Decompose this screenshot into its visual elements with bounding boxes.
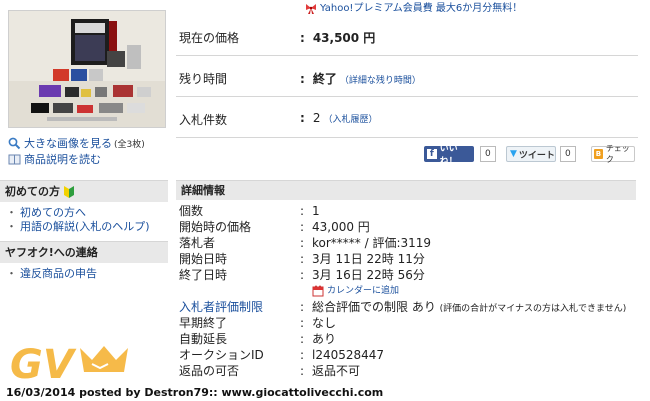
sidebar-item-glossary[interactable]: ・用語の解説(入札のヘルプ) bbox=[6, 220, 168, 234]
detail-value: あり bbox=[312, 332, 337, 346]
detail-value: l240528447 bbox=[312, 348, 385, 362]
gv-watermark-logo: GV bbox=[10, 342, 128, 384]
sidebar-item-label[interactable]: 用語の解説(入札のヘルプ) bbox=[20, 220, 150, 233]
detail-value: 3月 16日 22時 56分 bbox=[312, 268, 425, 282]
detail-key: 返品の可否 bbox=[179, 364, 240, 378]
beginner-section: 初めての方 ・初めての方へ ・用語の解説(入札のヘルプ) bbox=[0, 180, 168, 234]
detail-row-start-price: 開始時の価格: 43,000 円 bbox=[179, 220, 370, 234]
detail-row-early-end: 早期終了: なし bbox=[179, 316, 337, 330]
sidebar-item-label[interactable]: 初めての方へ bbox=[20, 206, 86, 219]
contact-heading: ヤフオク!への連絡 bbox=[0, 241, 168, 263]
detail-value: 返品不可 bbox=[312, 364, 361, 378]
bids-row: 入札件数 : 2 （入札履歴） bbox=[176, 98, 638, 138]
check-label: チェック bbox=[605, 144, 630, 164]
detail-value[interactable]: kor***** / 評価:3119 bbox=[312, 235, 431, 251]
facebook-like-button[interactable]: f いいね！ bbox=[424, 144, 474, 167]
time-left-value: 終了 bbox=[312, 72, 337, 86]
ribbon-icon bbox=[306, 4, 316, 14]
hatena-icon: B bbox=[594, 149, 603, 159]
beginner-list: ・初めての方へ ・用語の解説(入札のヘルプ) bbox=[0, 202, 168, 234]
detail-row-returns: 返品の可否: 返品不可 bbox=[179, 364, 361, 378]
twitter-bird-icon: ▼ bbox=[510, 149, 517, 159]
social-buttons: f いいね！ 0 ▼ ツイート 0 B チェック bbox=[176, 144, 638, 167]
detail-row-quantity: 個数: 1 bbox=[179, 204, 320, 218]
price-label: 現在の価格 bbox=[179, 31, 240, 45]
detail-row-end-time: 終了日時: 3月 16日 22時 56分 bbox=[179, 268, 425, 282]
detail-table: 個数: 1 開始時の価格: 43,000 円 落札者: kor***** / 評… bbox=[176, 203, 638, 379]
premium-promo-link[interactable]: Yahoo!プレミアム会員費 最大6か月分無料！ bbox=[305, 2, 522, 16]
magnifier-icon bbox=[8, 137, 21, 149]
detail-row-bidder-restriction: 入札者評価制限: 総合評価での制限 あり (評価の合計がマイナスの方は入札できま… bbox=[176, 299, 638, 315]
detail-heading: 詳細情報 bbox=[176, 180, 636, 200]
tweet-count: 0 bbox=[560, 146, 576, 162]
detail-row-winner: 落札者: kor***** / 評価:3119 bbox=[179, 235, 432, 251]
time-left-label: 残り時間 bbox=[179, 72, 228, 86]
detail-key: オークションID bbox=[179, 348, 264, 362]
calendar-icon bbox=[312, 285, 324, 297]
price-row: 現在の価格 : 43,500 円 bbox=[176, 16, 638, 56]
detail-key: 終了日時 bbox=[179, 268, 228, 282]
detail-key: 開始時の価格 bbox=[179, 220, 252, 234]
facebook-icon: f bbox=[427, 149, 437, 159]
detail-value: 1 bbox=[312, 204, 320, 218]
like-count: 0 bbox=[480, 146, 496, 162]
detail-row-start-time: 開始日時: 3月 11日 22時 11分 bbox=[179, 252, 425, 266]
price-value-wrap: : 43,500 円 bbox=[300, 31, 376, 45]
restriction-note: (評価の合計がマイナスの方は入札できません) bbox=[439, 304, 627, 314]
detail-key: 自動延長 bbox=[179, 332, 228, 346]
calendar-row: カレンダーに追加 bbox=[176, 283, 638, 299]
footer-credit: 16/03/2014 posted by Destron79:: www.gio… bbox=[0, 384, 650, 401]
image-links: 大きな画像を見る (全3枚) 商品説明を読む bbox=[8, 135, 168, 167]
large-image-link[interactable]: 大きな画像を見る (全3枚) bbox=[8, 135, 168, 151]
add-to-calendar-link[interactable]: カレンダーに追加 bbox=[312, 283, 399, 299]
contact-list: ・違反商品の申告 bbox=[0, 263, 168, 281]
detail-value: 3月 11日 22時 11分 bbox=[312, 252, 425, 266]
time-detail-link[interactable]: （詳細な残り時間） bbox=[340, 73, 421, 86]
detail-key: 落札者 bbox=[179, 236, 216, 250]
sidebar-item-label[interactable]: 違反商品の申告 bbox=[20, 267, 97, 280]
detail-key-link[interactable]: 入札者評価制限 bbox=[179, 299, 263, 315]
time-left-row: 残り時間 : 終了 （詳細な残り時間） bbox=[176, 57, 638, 97]
contact-title: ヤフオク!への連絡 bbox=[5, 245, 98, 259]
bids-count: 2 bbox=[312, 111, 321, 125]
time-left-value-wrap: : 終了 （詳細な残り時間） bbox=[300, 72, 421, 86]
tweet-button[interactable]: ▼ ツイート bbox=[506, 146, 556, 162]
contact-section: ヤフオク!への連絡 ・違反商品の申告 bbox=[0, 241, 168, 281]
bid-history-link[interactable]: （入札履歴） bbox=[323, 112, 377, 125]
beginner-mark-icon bbox=[64, 185, 74, 198]
description-link[interactable]: 商品説明を読む bbox=[8, 151, 168, 167]
gv-logo-text: GV bbox=[10, 342, 77, 384]
sidebar-item-beginners[interactable]: ・初めての方へ bbox=[6, 206, 168, 220]
beginner-heading: 初めての方 bbox=[0, 180, 168, 202]
beginner-title: 初めての方 bbox=[5, 184, 60, 198]
like-label: いいね！ bbox=[439, 144, 458, 167]
large-image-label[interactable]: 大きな画像を見る bbox=[24, 135, 112, 151]
promo-text[interactable]: Yahoo!プレミアム会員費 最大6か月分無料！ bbox=[320, 2, 522, 16]
description-label[interactable]: 商品説明を読む bbox=[24, 151, 101, 167]
restriction-value: 総合評価での制限 あり bbox=[312, 300, 436, 314]
detail-value: 43,000 円 bbox=[312, 220, 370, 234]
detail-key: 開始日時 bbox=[179, 252, 228, 266]
detail-key: 個数 bbox=[179, 204, 204, 218]
detail-row-auto-extend: 自動延長: あり bbox=[179, 332, 337, 346]
calendar-label[interactable]: カレンダーに追加 bbox=[327, 283, 399, 299]
item-thumbnail[interactable] bbox=[8, 10, 166, 128]
toy-photo bbox=[9, 11, 165, 127]
hatena-check-button[interactable]: B チェック bbox=[591, 144, 635, 164]
sidebar-item-report[interactable]: ・違反商品の申告 bbox=[6, 267, 168, 281]
tweet-label: ツイート bbox=[518, 150, 555, 161]
detail-key: 早期終了 bbox=[179, 316, 228, 330]
detail-row-auction-id: オークションID: l240528447 bbox=[179, 348, 385, 362]
bids-value-wrap: : 2 （入札履歴） bbox=[300, 111, 378, 125]
detail-value: なし bbox=[312, 316, 337, 330]
book-icon bbox=[8, 154, 21, 164]
current-price: 43,500 円 bbox=[312, 31, 376, 45]
large-image-count: (全3枚) bbox=[114, 139, 145, 150]
bids-label: 入札件数 bbox=[179, 113, 228, 127]
